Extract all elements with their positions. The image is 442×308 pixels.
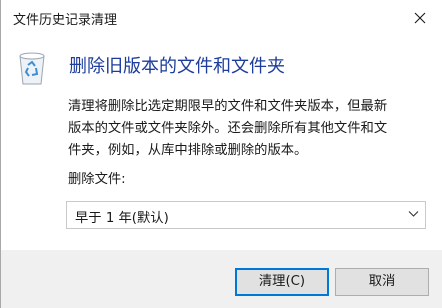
recycle-bin-icon — [19, 52, 45, 85]
dialog-heading: 删除旧版本的文件和文件夹 — [69, 56, 285, 77]
description-line: 版本的文件或文件夹除外。还会删除所有其他文件和文 — [68, 121, 388, 136]
age-select-value: 早于 1 年(默认) — [75, 211, 169, 226]
cancel-button[interactable]: 取消 — [335, 268, 429, 296]
age-select[interactable]: 早于 1 年(默认) — [66, 201, 426, 229]
description-line: 件夹，例如，从库中排除或删除的版本。 — [68, 143, 308, 158]
chevron-down-icon — [408, 211, 419, 217]
close-button[interactable] — [397, 0, 442, 36]
description-text: 清理将删除比选定期限早的文件和文件夹版本，但最新 版本的文件或文件夹除外。还会删… — [68, 96, 434, 162]
clean-button[interactable]: 清理(C) — [235, 268, 329, 296]
description-line: 清理将删除比选定期限早的文件和文件夹版本，但最新 — [68, 99, 388, 114]
dialog-window: 文件历史记录清理 删除旧版本的文件和文件夹 清理将删除比选定期限早的文件和文件夹… — [0, 0, 442, 308]
delete-files-label: 删除文件: — [68, 172, 126, 187]
close-icon — [414, 12, 426, 24]
window-title: 文件历史记录清理 — [13, 13, 118, 28]
title-bar: 文件历史记录清理 — [1, 0, 442, 36]
